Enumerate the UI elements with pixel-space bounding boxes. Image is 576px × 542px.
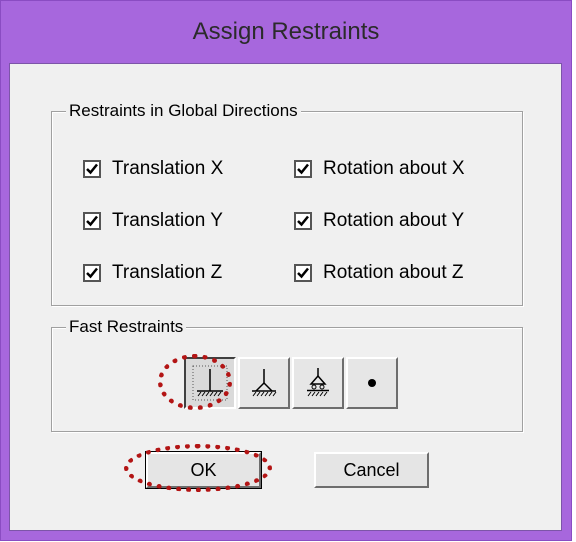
ok-button[interactable]: OK	[145, 451, 262, 489]
rotation-x-checkbox[interactable]: Rotation about X	[294, 158, 465, 180]
fixed-support-icon	[192, 365, 228, 401]
checkbox-box	[294, 212, 312, 230]
window-title: Assign Restraints	[192, 18, 380, 45]
free-joint-icon	[368, 379, 376, 387]
roller-support-button[interactable]	[292, 357, 344, 409]
checkbox-box	[83, 264, 101, 282]
check-icon	[297, 267, 309, 279]
checkbox-box	[294, 160, 312, 178]
assign-restraints-window: Assign Restraints Restraints in Global D…	[0, 0, 572, 541]
restraints-groupbox: Restraints in Global Directions Translat…	[51, 101, 523, 306]
rotation-x-label: Rotation about X	[323, 158, 465, 179]
check-icon	[86, 267, 98, 279]
restraints-group-title: Restraints in Global Directions	[66, 101, 301, 121]
check-icon	[297, 215, 309, 227]
translation-y-label: Translation Y	[112, 210, 223, 231]
check-icon	[297, 163, 309, 175]
checkbox-box	[83, 160, 101, 178]
rotation-y-label: Rotation about Y	[323, 210, 465, 231]
fast-restraints-group-title: Fast Restraints	[66, 317, 187, 337]
rotation-z-checkbox[interactable]: Rotation about Z	[294, 262, 463, 284]
checkbox-box	[83, 212, 101, 230]
check-icon	[86, 163, 98, 175]
fast-restraints-groupbox: Fast Restraints	[51, 317, 523, 432]
free-joint-button[interactable]	[346, 357, 398, 409]
translation-z-checkbox[interactable]: Translation Z	[83, 262, 222, 284]
fixed-support-button[interactable]	[184, 357, 236, 409]
cancel-button[interactable]: Cancel	[314, 452, 429, 488]
dialog-client-area: Restraints in Global Directions Translat…	[9, 63, 562, 531]
translation-x-checkbox[interactable]: Translation X	[83, 158, 223, 180]
pinned-support-icon	[252, 369, 277, 397]
check-icon	[86, 215, 98, 227]
rotation-y-checkbox[interactable]: Rotation about Y	[294, 210, 464, 232]
rotation-z-label: Rotation about Z	[323, 262, 464, 283]
translation-z-label: Translation Z	[112, 262, 223, 283]
pinned-support-button[interactable]	[238, 357, 290, 409]
translation-x-label: Translation X	[112, 158, 224, 179]
translation-y-checkbox[interactable]: Translation Y	[83, 210, 223, 232]
roller-support-icon	[307, 368, 329, 397]
checkbox-box	[294, 264, 312, 282]
